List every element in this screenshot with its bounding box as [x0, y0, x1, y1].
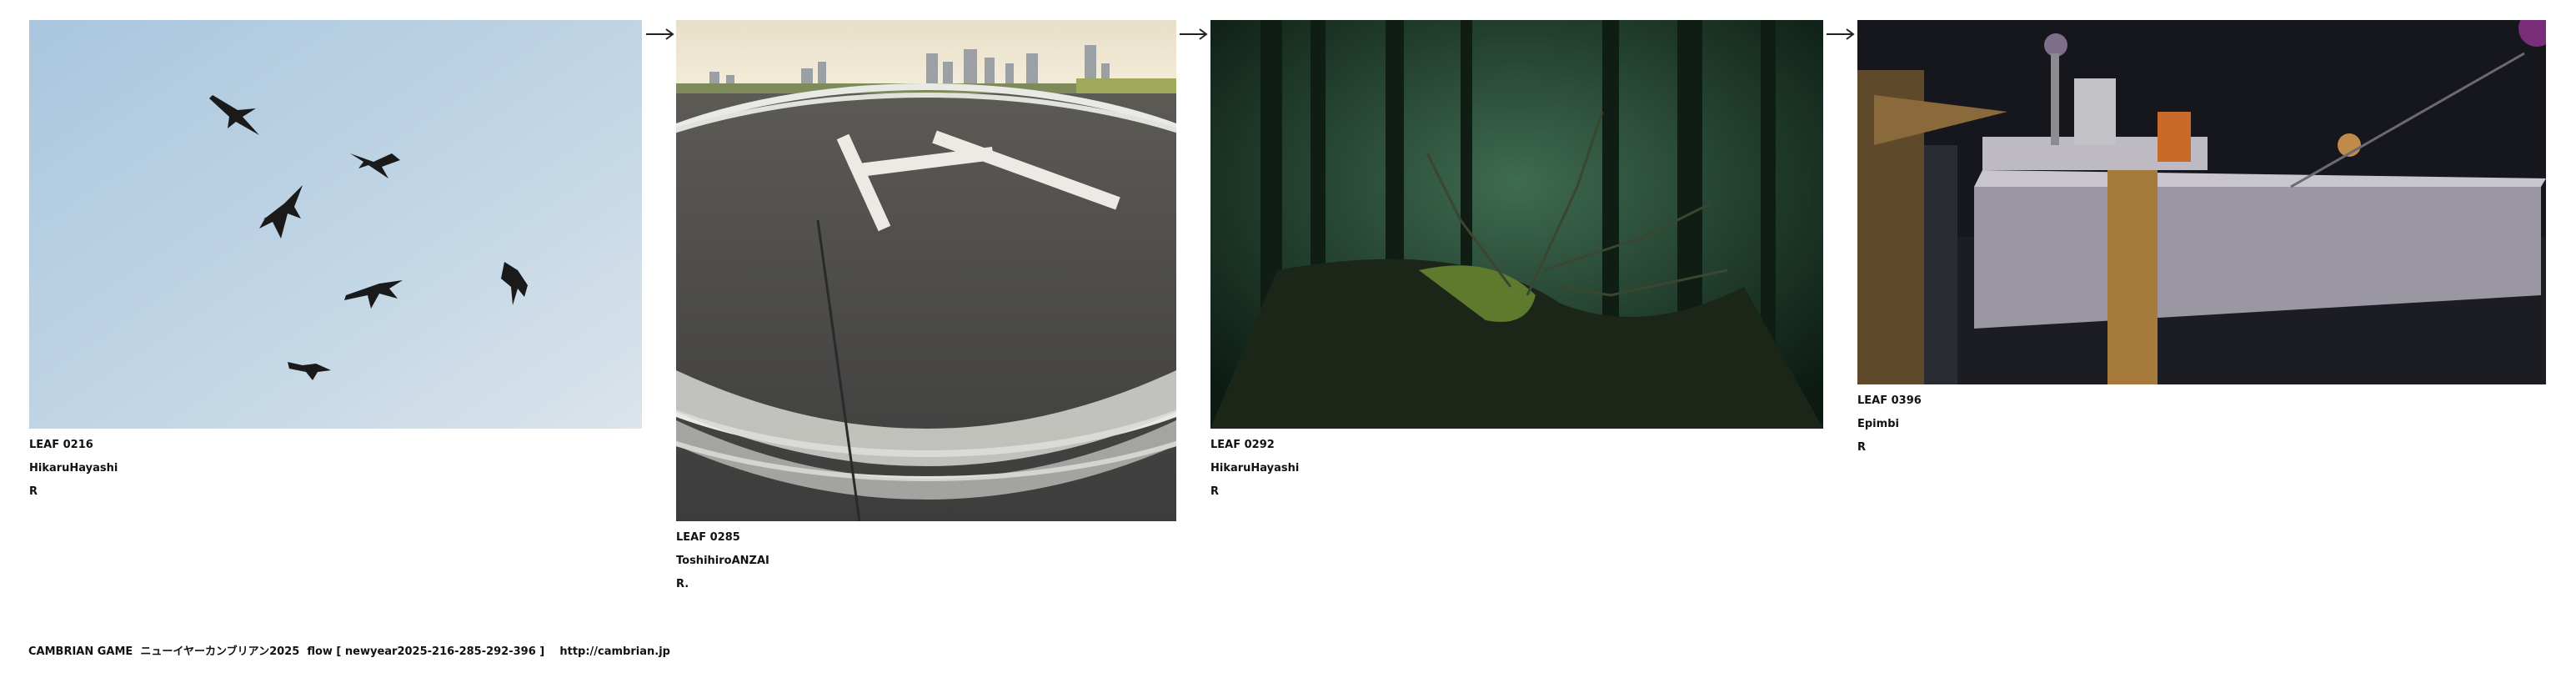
- leaf-image-birds[interactable]: [29, 20, 642, 429]
- leaf-mark: R.: [676, 578, 689, 590]
- footer: CAMBRIAN GAME ニューイヤーカンブリアン2025 flow [ ne…: [28, 644, 670, 660]
- leaf-id: LEAF 0396: [1857, 394, 1922, 407]
- right-arrow-icon: [646, 28, 674, 40]
- leaf-id: LEAF 0292: [1210, 439, 1275, 451]
- right-arrow-icon: [1827, 28, 1855, 40]
- leaf-mark: R: [29, 485, 38, 498]
- leaf-image-helipad[interactable]: [676, 20, 1176, 521]
- leaf-author[interactable]: HikaruHayashi: [29, 457, 642, 480]
- event-title: ニューイヤーカンブリアン2025: [140, 645, 300, 658]
- leaf-author[interactable]: ToshihiroANZAI: [676, 550, 1176, 573]
- leaf-mark: R: [1210, 485, 1220, 498]
- leaf-card: LEAF 0285 ToshihiroANZAI R.: [676, 20, 1176, 596]
- leaf-id: LEAF 0216: [29, 439, 93, 451]
- site-url-link[interactable]: http://cambrian.jp: [559, 645, 670, 658]
- leaf-id: LEAF 0285: [676, 531, 740, 544]
- site-name[interactable]: CAMBRIAN GAME: [28, 645, 133, 658]
- leaf-author[interactable]: Epimbi: [1857, 413, 2546, 436]
- leaf-author[interactable]: HikaruHayashi: [1210, 457, 1823, 480]
- leaf-image-forest[interactable]: [1210, 20, 1823, 429]
- leaf-mark: R: [1857, 441, 1867, 454]
- leaf-card: LEAF 0216 HikaruHayashi R: [29, 20, 642, 504]
- leaf-card: LEAF 0396 Epimbi R: [1857, 20, 2546, 460]
- leaf-card: LEAF 0292 HikaruHayashi R: [1210, 20, 1823, 504]
- right-arrow-icon: [1180, 28, 1208, 40]
- flow-label: flow [ newyear2025-216-285-292-396 ]: [307, 645, 545, 658]
- leaf-image-3d-render[interactable]: [1857, 20, 2546, 384]
